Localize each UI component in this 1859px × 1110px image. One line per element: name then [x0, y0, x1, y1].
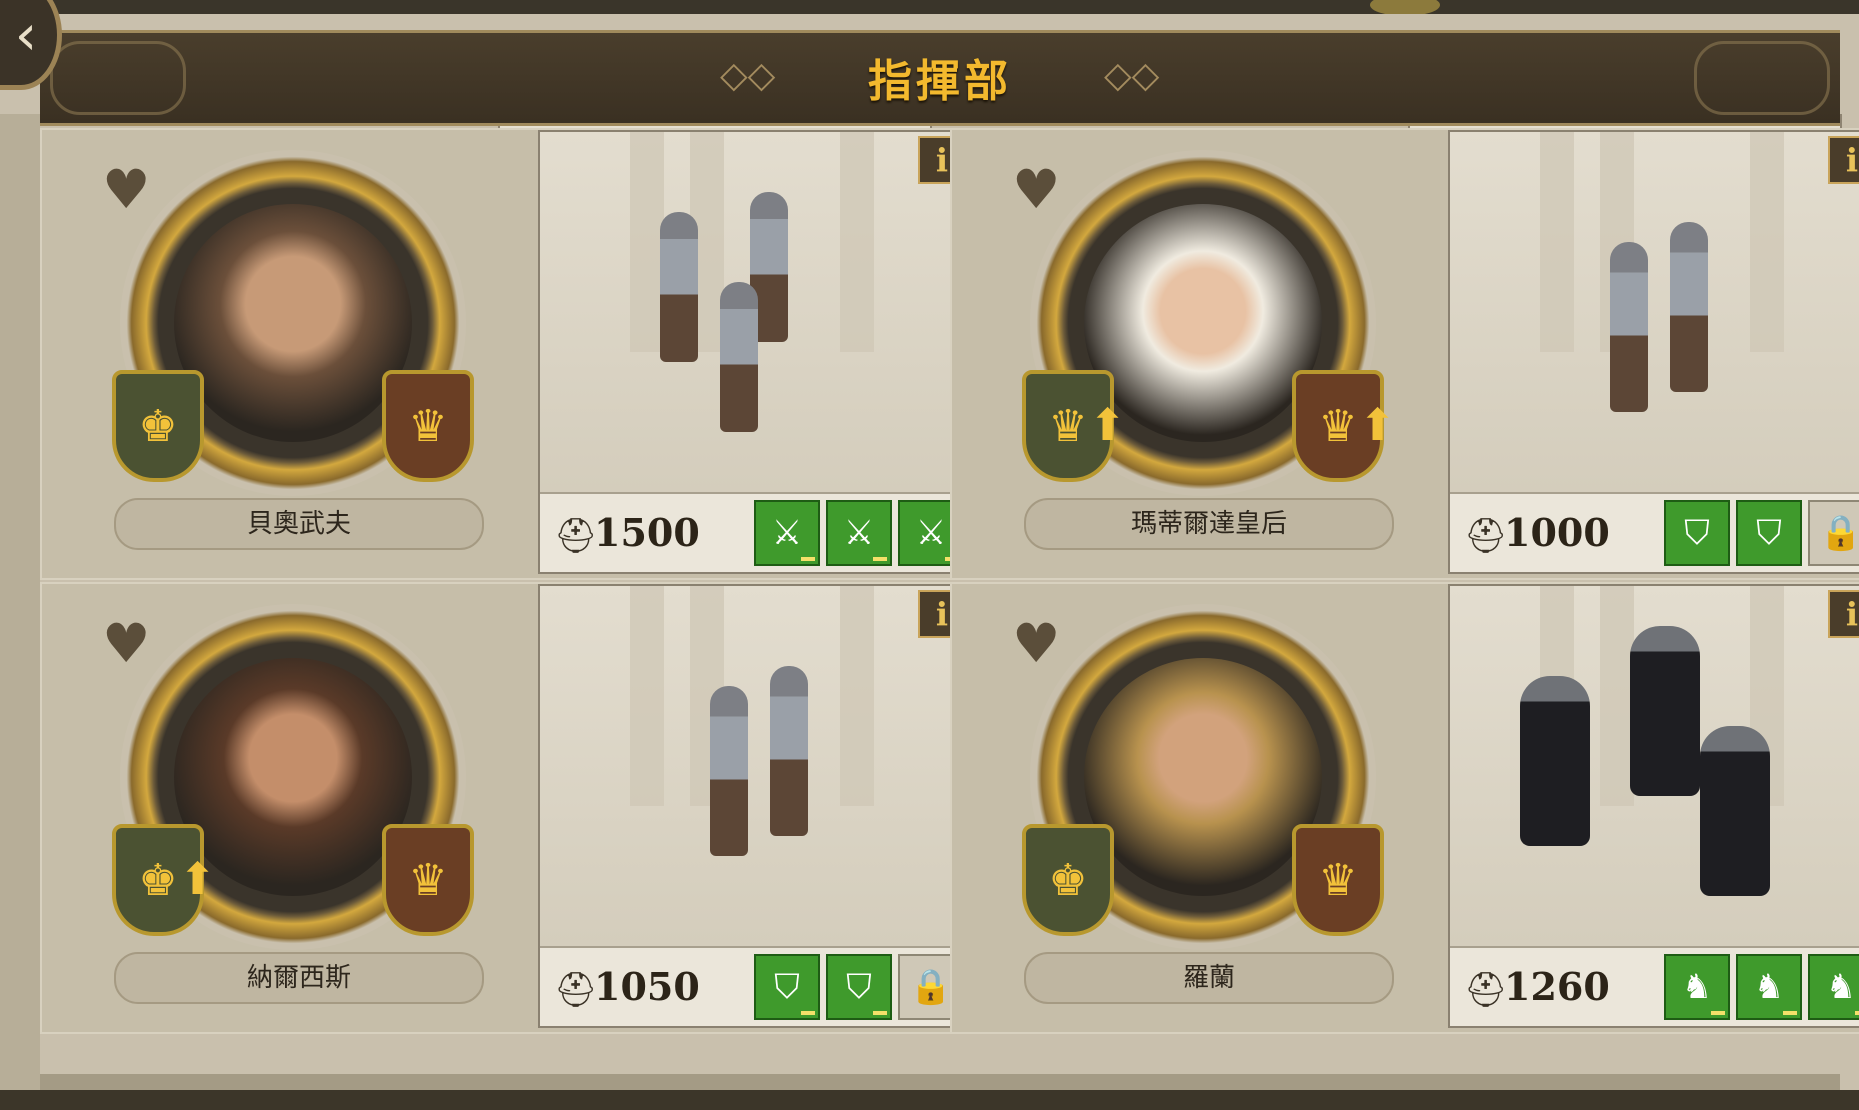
- chess-king-icon: ♚: [1048, 854, 1088, 906]
- troop-panel[interactable]: i ⛑ 1260 ♞ ♞ ♞: [1448, 584, 1859, 1028]
- horse-skill-icon[interactable]: ♞: [1736, 954, 1802, 1020]
- troop-footer: ⛑ 1000 ⛉ ⛉ 🔒: [1450, 492, 1859, 572]
- knot-ornament-right-icon: [1694, 41, 1830, 115]
- crossed-swords-skill-icon[interactable]: ⚔: [826, 500, 892, 566]
- upgrade-arrow-icon: ⬆: [1089, 400, 1126, 451]
- commander-name: 羅蘭: [1024, 952, 1394, 1004]
- rank-chess-badge: ♚: [1022, 824, 1114, 936]
- cavalry-figure: [1630, 626, 1700, 796]
- troop-power: 1000: [1504, 510, 1610, 555]
- info-button[interactable]: i: [1828, 590, 1859, 638]
- troop-panel[interactable]: i ⛑ 1050 ⛉ ⛉ 🔒: [538, 584, 972, 1028]
- commander-name: 納爾西斯: [114, 952, 484, 1004]
- troop-power: 1050: [594, 964, 700, 1009]
- panel-left-edge: [0, 114, 40, 1104]
- troop-artwork: [540, 586, 970, 946]
- crown-icon: ♛: [1318, 854, 1358, 906]
- helmet-icon: ⛑: [554, 970, 598, 1010]
- troop-panel[interactable]: i ⛑ 1500 ⚔ ⚔ ⚔: [538, 130, 972, 574]
- crown-badge: ♛: [382, 824, 474, 936]
- commander-card[interactable]: ♥ ♚ ♛ 貝奧武夫 i ⛑ 1500 ⚔ ⚔ ⚔: [40, 128, 972, 580]
- rank-chess-badge: ♚: [112, 370, 204, 482]
- commander-name: 瑪蒂爾達皇后: [1024, 498, 1394, 550]
- lock-icon[interactable]: 🔒: [1808, 500, 1859, 566]
- back-arrow-icon: ‹: [14, 2, 38, 68]
- shield-skill-icon[interactable]: ⛉: [826, 954, 892, 1020]
- crown-badge: ♛ ⬆: [1292, 370, 1396, 482]
- viking-face-image: [174, 204, 412, 442]
- crossed-swords-skill-icon[interactable]: ⚔: [754, 500, 820, 566]
- favorite-heart-icon[interactable]: ♥: [1012, 158, 1060, 221]
- axeman-figure: [660, 212, 698, 362]
- commander-card[interactable]: ♥ ♛ ⬆ ♛ ⬆ 瑪蒂爾達皇后 i ⛑ 1000 ⛉ ⛉ 🔒: [950, 128, 1859, 580]
- favorite-heart-icon[interactable]: ♥: [1012, 612, 1060, 675]
- helmet-icon: ⛑: [1464, 970, 1508, 1010]
- troop-footer: ⛑ 1500 ⚔ ⚔ ⚔: [540, 492, 970, 572]
- upgrade-arrow-icon: ⬆: [179, 854, 216, 905]
- upgrade-arrow-icon: ⬆: [1359, 400, 1396, 451]
- troop-artwork: [1450, 586, 1859, 946]
- shield-skill-icon[interactable]: ⛉: [754, 954, 820, 1020]
- chess-king-icon: ♚: [138, 400, 178, 452]
- troop-artwork: [1450, 132, 1859, 492]
- chess-king-icon: ♚: [138, 854, 178, 906]
- helmet-icon: ⛑: [554, 516, 598, 556]
- favorite-heart-icon[interactable]: ♥: [102, 158, 150, 221]
- bottom-tab-bar: [0, 1090, 1859, 1110]
- skill-slots: ⚔ ⚔ ⚔: [754, 500, 964, 566]
- skill-slots: ⛉ ⛉ 🔒: [754, 954, 964, 1020]
- cavalry-figure: [1700, 726, 1770, 896]
- troop-artwork: [540, 132, 970, 492]
- crown-badge: ♛: [1292, 824, 1384, 936]
- crown-badge: ♛: [382, 370, 474, 482]
- commander-card[interactable]: ♥ ♚ ⬆ ♛ 納爾西斯 i ⛑ 1050 ⛉ ⛉ 🔒: [40, 582, 972, 1034]
- crown-icon: ♛: [408, 400, 448, 452]
- skill-slots: ♞ ♞ ♞: [1664, 954, 1859, 1020]
- halberdier-figure: [1610, 242, 1648, 412]
- troop-footer: ⛑ 1260 ♞ ♞ ♞: [1450, 946, 1859, 1026]
- halberdier-figure: [1670, 222, 1708, 392]
- commander-name: 貝奧武夫: [114, 498, 484, 550]
- chess-queen-icon: ♛: [1048, 400, 1088, 452]
- rank-chess-badge: ♚ ⬆: [112, 824, 216, 936]
- diamond-ornament-right-icon: ◇◇: [1104, 55, 1160, 96]
- troop-panel[interactable]: i ⛑ 1000 ⛉ ⛉ 🔒: [1448, 130, 1859, 574]
- title-banner: ◇◇ 指揮部 ◇◇: [40, 30, 1840, 126]
- spearman-figure: [710, 686, 748, 856]
- helmet-icon: ⛑: [1464, 516, 1508, 556]
- axeman-figure: [720, 282, 758, 432]
- troop-power: 1500: [594, 510, 700, 555]
- page-title: 指揮部: [868, 56, 1012, 107]
- crown-icon: ♛: [408, 854, 448, 906]
- horse-skill-icon[interactable]: ♞: [1664, 954, 1730, 1020]
- favorite-heart-icon[interactable]: ♥: [102, 612, 150, 675]
- blonde-knight-face-image: [1084, 658, 1322, 896]
- troop-power: 1260: [1504, 964, 1610, 1009]
- horse-skill-icon[interactable]: ♞: [1808, 954, 1859, 1020]
- skill-slots: ⛉ ⛉ 🔒: [1664, 500, 1859, 566]
- shield-skill-icon[interactable]: ⛉: [1664, 500, 1730, 566]
- bottom-ornament: [40, 1074, 1840, 1090]
- troop-footer: ⛑ 1050 ⛉ ⛉ 🔒: [540, 946, 970, 1026]
- rank-chess-badge: ♛ ⬆: [1022, 370, 1126, 482]
- crown-icon: ♛: [1318, 400, 1358, 452]
- commander-card[interactable]: ♥ ♚ ♛ 羅蘭 i ⛑ 1260 ♞ ♞ ♞: [950, 582, 1859, 1034]
- command-panel: ◇◇ 指揮部 ◇◇ ♥ ♚ ♛ 貝奧武夫 i ⛑ 1500 ⚔ ⚔ ⚔ ♥ ♛ …: [0, 14, 1859, 1104]
- shield-skill-icon[interactable]: ⛉: [1736, 500, 1802, 566]
- cavalry-figure: [1520, 676, 1590, 846]
- info-button[interactable]: i: [1828, 136, 1859, 184]
- spearman-figure: [770, 666, 808, 836]
